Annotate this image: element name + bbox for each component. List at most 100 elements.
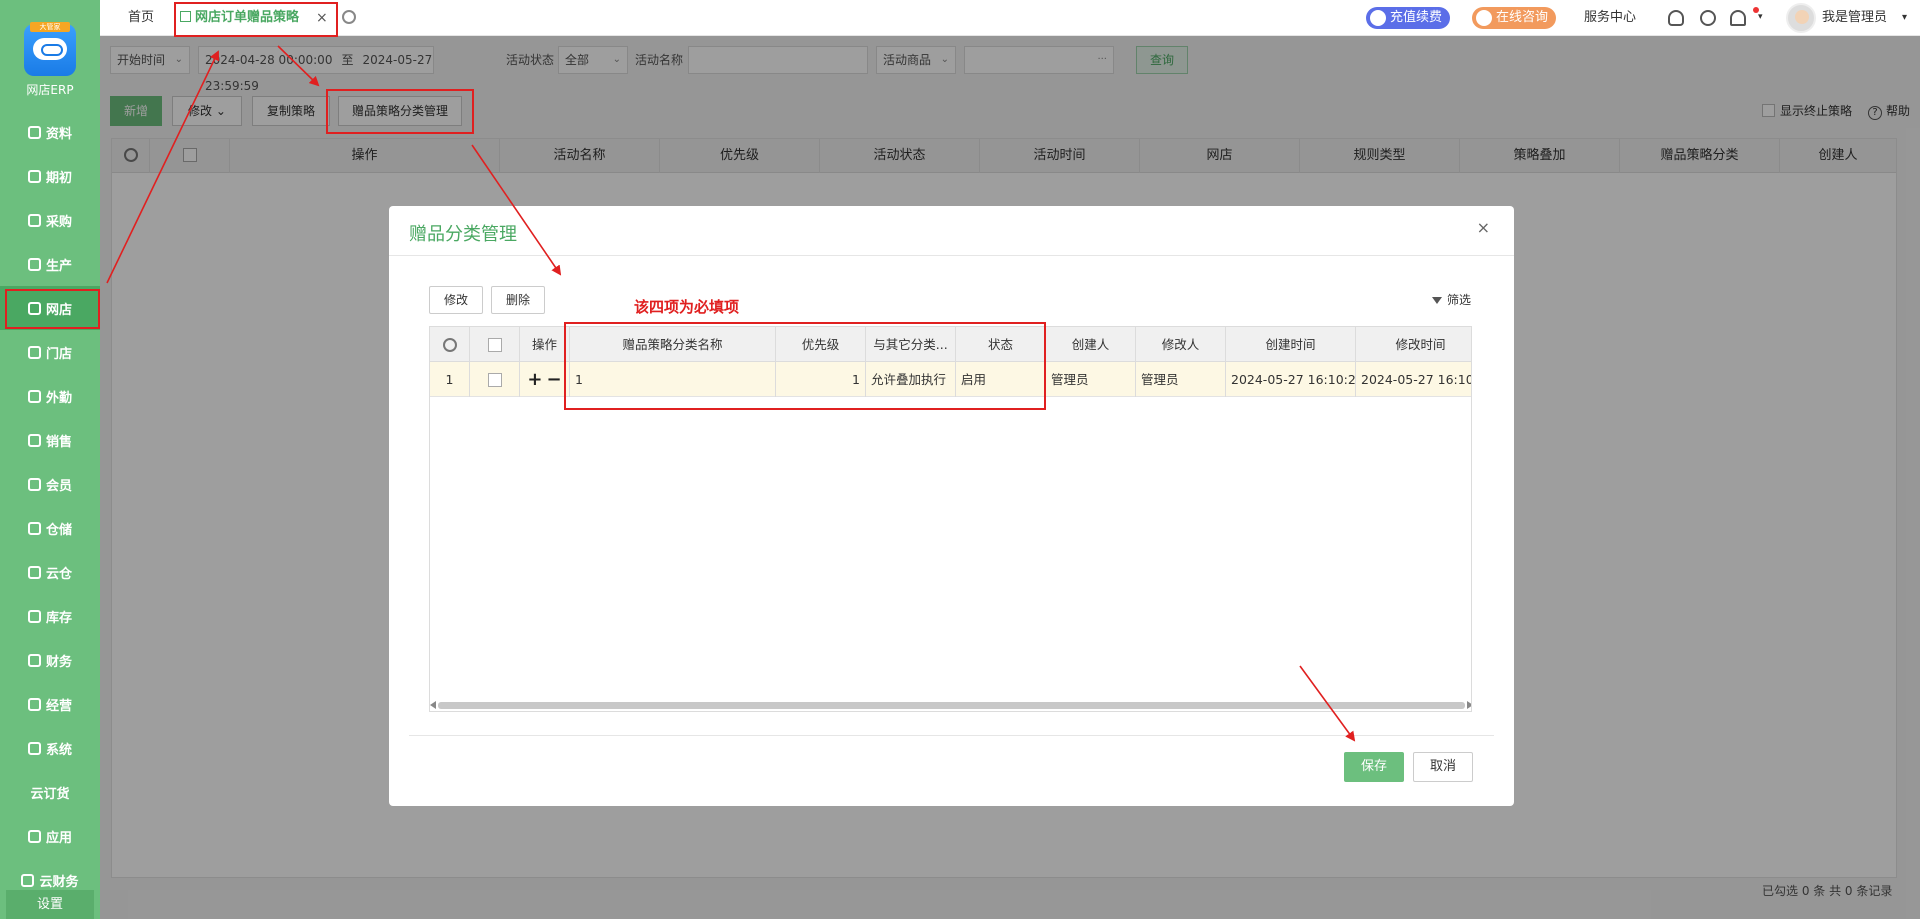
dialog-title: 赠品分类管理 bbox=[409, 224, 517, 245]
grid-settings[interactable] bbox=[430, 327, 470, 362]
sidebar-item-sales[interactable]: 销售 bbox=[0, 418, 100, 462]
sidebar-item-label: 云财务 bbox=[39, 874, 79, 890]
field-icon bbox=[27, 389, 41, 403]
divider bbox=[389, 255, 1514, 256]
sidebar-item-label: 外勤 bbox=[45, 390, 72, 406]
purchase-icon bbox=[27, 213, 41, 227]
filter-button[interactable]: 筛选 bbox=[1432, 291, 1471, 308]
opening-icon bbox=[27, 169, 41, 183]
sidebar-item-label: 采购 bbox=[45, 214, 72, 230]
sidebar-item-opening[interactable]: 期初 bbox=[0, 154, 100, 198]
row-modifier: 管理员 bbox=[1136, 362, 1226, 397]
cloud-warehouse-icon bbox=[27, 565, 41, 579]
category-dialog: 赠品分类管理 × 修改 删除 筛选 操作 赠品策略分类名称 优先级 与其它分类.… bbox=[389, 206, 1514, 806]
sidebar-item-apps[interactable]: 应用 bbox=[0, 814, 100, 858]
user-chevron-down-icon[interactable]: ▾ bbox=[1902, 0, 1907, 36]
sidebar-item-operation[interactable]: 经营 bbox=[0, 682, 100, 726]
sidebar-item-finance[interactable]: 财务 bbox=[0, 638, 100, 682]
sidebar-item-label: 应用 bbox=[45, 830, 72, 846]
row-modified: 2024-05-27 16:10:25 bbox=[1356, 362, 1471, 397]
sidebar-item-label: 云订货 bbox=[30, 786, 70, 802]
sidebar-item-label: 期初 bbox=[45, 170, 72, 186]
dialog-delete-button[interactable]: 删除 bbox=[491, 286, 545, 314]
filter-icon bbox=[1432, 297, 1442, 304]
annotation-box-tab bbox=[174, 2, 338, 37]
sales-icon bbox=[27, 433, 41, 447]
close-icon[interactable]: × bbox=[1477, 218, 1490, 237]
shop-icon bbox=[27, 345, 41, 359]
add-row-icon[interactable]: + bbox=[527, 369, 542, 390]
scroll-right-icon[interactable] bbox=[1467, 701, 1471, 709]
sidebar-item-field[interactable]: 外勤 bbox=[0, 374, 100, 418]
app-title: 网店ERP bbox=[26, 83, 74, 97]
column-modifier: 修改人 bbox=[1136, 327, 1226, 362]
column-op: 操作 bbox=[520, 327, 570, 362]
logo-ribbon: 大管家 bbox=[30, 22, 70, 32]
sidebar-item-label: 库存 bbox=[45, 610, 72, 626]
annotation-note: 该四项为必填项 bbox=[634, 298, 740, 316]
app-logo: 大管家 bbox=[24, 22, 76, 76]
annotation-box-button bbox=[326, 89, 474, 134]
finance-icon bbox=[27, 653, 41, 667]
horizontal-scrollbar[interactable] bbox=[430, 700, 1471, 710]
row-select[interactable] bbox=[470, 362, 520, 397]
recharge-label: 充值续费 bbox=[1390, 10, 1443, 25]
sidebar-item-label: 销售 bbox=[45, 434, 72, 450]
avatar[interactable] bbox=[1786, 3, 1816, 33]
sidebar-nav: 资料 期初 采购 生产 网店 门店 外勤 销售 会员 仓储 云仓 库存 财务 经… bbox=[0, 110, 100, 902]
scroll-thumb[interactable] bbox=[438, 702, 1465, 709]
sidebar-item-label: 财务 bbox=[45, 654, 72, 670]
sidebar-item-label: 会员 bbox=[45, 478, 72, 494]
warehouse-icon bbox=[27, 521, 41, 535]
sidebar-item-label: 系统 bbox=[45, 742, 72, 758]
cloud-download-icon[interactable] bbox=[1668, 10, 1684, 26]
service-center-link[interactable]: 服务中心 bbox=[1584, 0, 1636, 36]
dialog-edit-button[interactable]: 修改 bbox=[429, 286, 483, 314]
row-ops: + − bbox=[520, 362, 570, 397]
user-name[interactable]: 我是管理员 bbox=[1822, 0, 1887, 36]
tab-settings-icon[interactable] bbox=[342, 10, 356, 24]
sidebar-item-cloud-warehouse[interactable]: 云仓 bbox=[0, 550, 100, 594]
sidebar-item-inventory[interactable]: 库存 bbox=[0, 594, 100, 638]
row-index: 1 bbox=[430, 362, 470, 397]
apps-icon bbox=[27, 829, 41, 843]
sidebar-item-cloud-order[interactable]: 云订货 bbox=[0, 770, 100, 814]
system-icon bbox=[27, 741, 41, 755]
sidebar-item-label: 资料 bbox=[45, 126, 72, 142]
remove-row-icon[interactable]: − bbox=[546, 369, 561, 390]
gear-icon bbox=[442, 338, 457, 352]
scroll-left-icon[interactable] bbox=[430, 701, 436, 709]
filter-label: 筛选 bbox=[1447, 293, 1472, 307]
sidebar-item-purchase[interactable]: 采购 bbox=[0, 198, 100, 242]
sidebar-item-system[interactable]: 系统 bbox=[0, 726, 100, 770]
bell-icon[interactable] bbox=[1730, 10, 1746, 26]
sidebar-item-label: 生产 bbox=[45, 258, 72, 274]
sidebar-item-shop[interactable]: 门店 bbox=[0, 330, 100, 374]
sidebar-item-production[interactable]: 生产 bbox=[0, 242, 100, 286]
sidebar-item-label: 云仓 bbox=[45, 566, 72, 582]
inventory-icon bbox=[27, 609, 41, 623]
save-button[interactable]: 保存 bbox=[1344, 752, 1404, 782]
checkbox[interactable] bbox=[487, 338, 502, 352]
settings-button[interactable]: 设置 bbox=[6, 890, 94, 919]
consult-label: 在线咨询 bbox=[1496, 10, 1549, 25]
topbar: 首页 网店订单赠品策略 × 充值续费 在线咨询 服务中心 ▾ 我是管理员 ▾ bbox=[100, 0, 1920, 36]
sidebar-item-warehouse[interactable]: 仓储 bbox=[0, 506, 100, 550]
sidebar-item-member[interactable]: 会员 bbox=[0, 462, 100, 506]
column-creator: 创建人 bbox=[1046, 327, 1136, 362]
row-creator: 管理员 bbox=[1046, 362, 1136, 397]
checkbox[interactable] bbox=[487, 373, 502, 387]
money-bag-icon bbox=[1370, 10, 1386, 26]
search-icon[interactable] bbox=[1700, 10, 1716, 26]
tab-home[interactable]: 首页 bbox=[128, 0, 154, 36]
cancel-button[interactable]: 取消 bbox=[1413, 752, 1473, 782]
sidebar-item-label: 门店 bbox=[45, 346, 72, 362]
recharge-button[interactable]: 充值续费 bbox=[1366, 7, 1451, 29]
chevron-down-icon[interactable]: ▾ bbox=[1758, 12, 1763, 22]
sidebar-item-data[interactable]: 资料 bbox=[0, 110, 100, 154]
consult-button[interactable]: 在线咨询 bbox=[1472, 7, 1557, 29]
annotation-box-nav bbox=[5, 289, 100, 329]
grid-select-all[interactable] bbox=[470, 327, 520, 362]
chat-icon bbox=[1476, 10, 1492, 26]
operation-icon bbox=[27, 697, 41, 711]
